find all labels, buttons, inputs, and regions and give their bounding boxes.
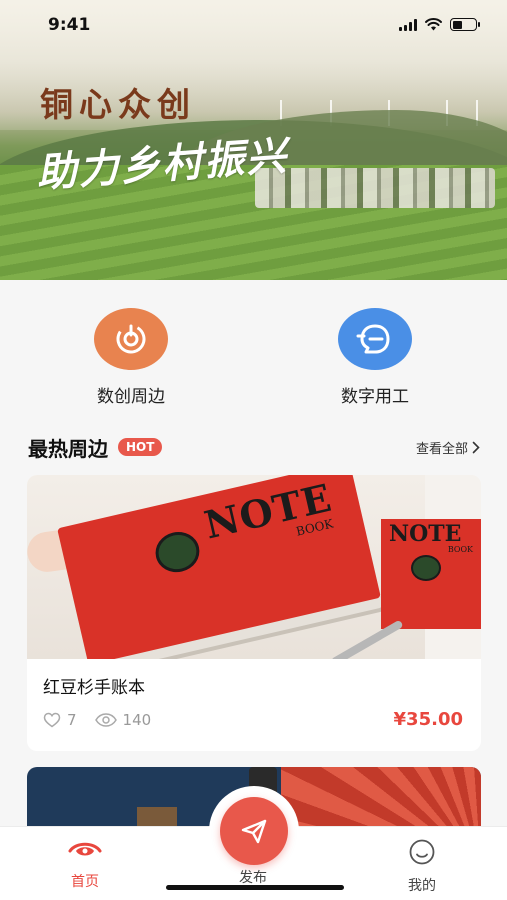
- home-indicator: [166, 885, 344, 890]
- tab-home-label: 首页: [71, 874, 99, 890]
- tab-home[interactable]: 首页: [35, 839, 135, 891]
- entry-digital-merch[interactable]: 数创周边: [56, 308, 206, 407]
- like-count[interactable]: 7: [43, 711, 77, 729]
- status-icons: [399, 18, 480, 31]
- notebook-illustration: NOTE BOOK: [57, 475, 381, 659]
- village: [255, 168, 495, 208]
- wifi-icon: [425, 18, 442, 31]
- eye-icon: [94, 713, 117, 727]
- mascot: [411, 555, 441, 581]
- section-header: 最热周边 HOT 查看全部: [28, 432, 480, 462]
- view-all-link[interactable]: 查看全部: [416, 438, 480, 457]
- chat-face-icon: [338, 308, 412, 370]
- pen: [330, 619, 404, 659]
- chevron-right-icon: [472, 441, 480, 453]
- status-bar: 9:41: [0, 0, 507, 52]
- product-price: ¥35.00: [393, 709, 463, 730]
- heart-icon: [43, 712, 61, 728]
- quick-entries: 数创周边 数字用工: [0, 300, 507, 410]
- product-name: 红豆杉手账本: [43, 678, 145, 698]
- cover-title: NOTE: [200, 475, 336, 548]
- cover-subtitle: BOOK: [447, 545, 473, 554]
- entry-label: 数字用工: [341, 387, 409, 407]
- product-card[interactable]: NOTE BOOK NOTE BOOK 红豆杉手账本 7 140 ¥35.00: [27, 475, 481, 751]
- target-icon: [94, 308, 168, 370]
- view-count-value: 140: [122, 711, 152, 729]
- notebook-cover: NOTE BOOK: [381, 519, 481, 629]
- cellular-signal-icon: [399, 18, 417, 31]
- tab-mine[interactable]: 我的: [372, 839, 472, 895]
- view-count: 140: [94, 711, 152, 729]
- home-eye-icon: [68, 842, 102, 856]
- hot-badge: HOT: [118, 438, 163, 456]
- entry-digital-work[interactable]: 数字用工: [300, 308, 450, 407]
- mascot: [151, 527, 204, 577]
- tab-publish-label: 发布: [239, 870, 267, 886]
- view-all-label: 查看全部: [415, 441, 468, 457]
- hero-title: 铜心众创: [40, 85, 196, 124]
- section-title: 最热周边: [28, 436, 108, 461]
- product-stats: 7 140: [43, 711, 151, 729]
- product-image: NOTE BOOK NOTE BOOK: [27, 475, 481, 659]
- battery-icon: [450, 18, 480, 31]
- cover-title: NOTE: [389, 521, 462, 547]
- smiley-icon: [409, 839, 435, 865]
- tab-mine-label: 我的: [408, 878, 436, 894]
- status-time: 9:41: [48, 15, 91, 35]
- publish-button[interactable]: [220, 797, 288, 865]
- publish-button-wrap: [209, 786, 299, 876]
- entry-label: 数创周边: [97, 387, 165, 407]
- send-icon: [241, 819, 267, 844]
- like-count-value: 7: [67, 711, 77, 729]
